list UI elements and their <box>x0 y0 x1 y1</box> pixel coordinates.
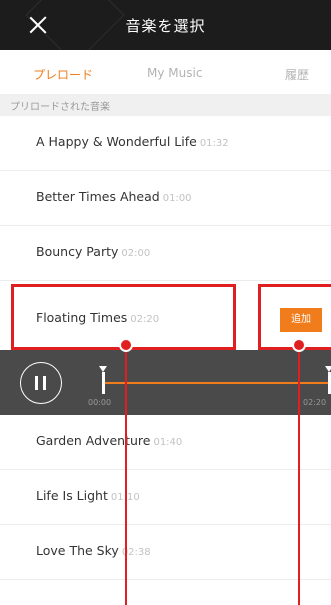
track-duration: 02:00 <box>121 248 151 259</box>
tab-preload[interactable]: プレロード <box>33 66 93 83</box>
section-label: プリロードされた音楽 <box>10 102 110 113</box>
annotation-line-track <box>125 344 127 605</box>
track-row[interactable]: Better Times Ahead 01:00 <box>0 171 331 226</box>
track-row[interactable]: Bouncy Party 02:00 <box>0 226 331 281</box>
track-name: Better Times Ahead <box>36 189 160 204</box>
annotation-line-add <box>298 344 300 605</box>
tab-history[interactable]: 履歴 <box>285 66 309 83</box>
annotation-dot-add <box>292 338 306 352</box>
page-title: 音楽を選択 <box>125 17 206 35</box>
track-row[interactable]: Life Is Light01:10 <box>0 470 331 525</box>
trim-track[interactable] <box>104 382 331 384</box>
track-row[interactable]: A Happy & Wonderful Life 01:32 <box>0 116 331 171</box>
header-bar: 音楽を選択 <box>0 0 331 50</box>
pause-icon[interactable] <box>20 362 62 404</box>
track-name: Love The Sky <box>36 543 119 558</box>
tab-my-music[interactable]: My Music <box>147 66 202 80</box>
start-time: 00:00 <box>88 398 112 407</box>
track-name: Garden Adventure <box>36 433 151 448</box>
track-name: Bouncy Party <box>36 244 119 259</box>
section-header: プリロードされた音楽 <box>0 94 331 116</box>
annotation-dot-track <box>119 338 133 352</box>
track-row[interactable]: Love The Sky 02:38 <box>0 525 331 580</box>
track-duration: 01:00 <box>162 193 192 204</box>
audio-player: 00:00 02:20 <box>0 350 331 415</box>
track-row[interactable]: Garden Adventure 01:40 <box>0 415 331 470</box>
trim-start-handle[interactable] <box>102 372 105 394</box>
track-name: A Happy & Wonderful Life <box>36 134 197 149</box>
track-duration: 01:32 <box>199 138 229 149</box>
tab-bar: プレロード My Music 履歴 <box>0 50 331 94</box>
track-name: Life Is Light <box>36 488 108 503</box>
end-time: 02:20 <box>303 398 327 407</box>
track-duration: 01:40 <box>153 437 183 448</box>
